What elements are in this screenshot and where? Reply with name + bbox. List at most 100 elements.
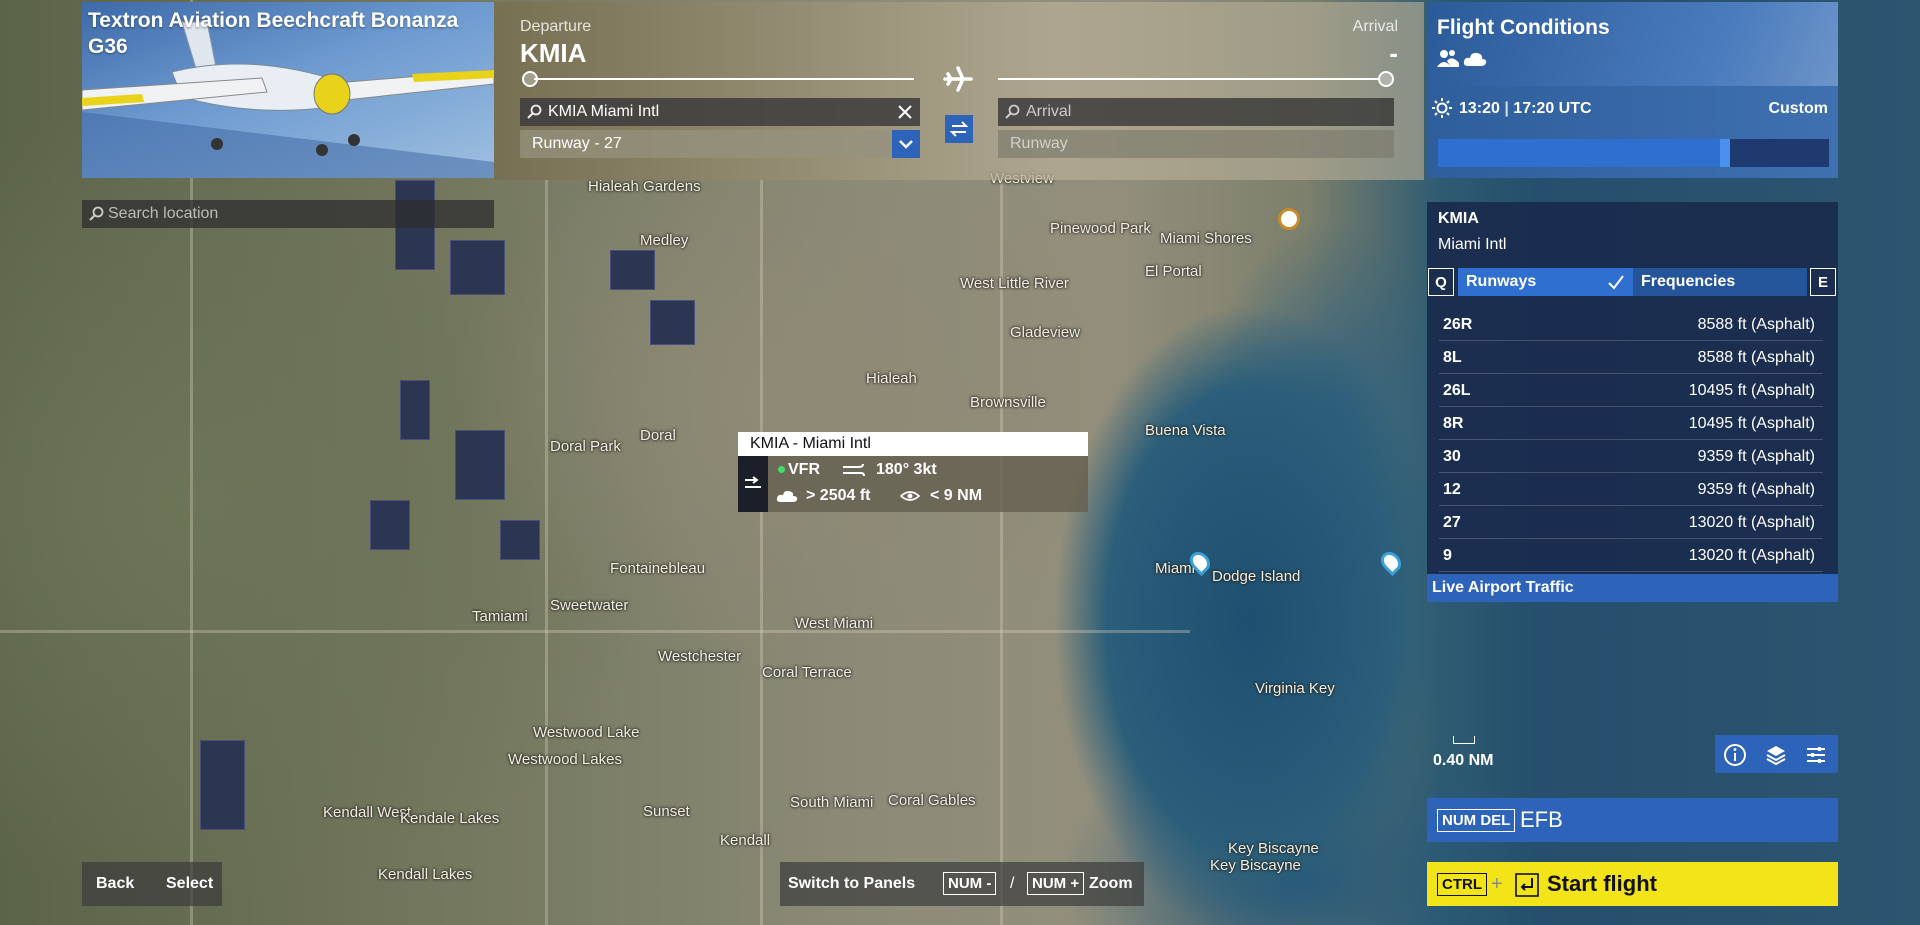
aircraft-card[interactable]: Textron Aviation Beechcraft Bonanza G36 [82,2,494,178]
cloud-icon [1463,52,1487,66]
runway-detail: 8588 ft (Asphalt) [1697,316,1815,333]
tab-frequencies[interactable]: Frequencies [1633,268,1807,296]
map-label: Coral Gables [888,792,976,809]
swap-icon [949,121,969,137]
departure-node-icon [522,71,538,87]
time-slider-handle[interactable] [1719,139,1730,167]
lake [370,500,410,550]
road [760,180,763,925]
conditions-mode: Custom [1768,100,1828,117]
runway-row[interactable]: 27 13020 ft (Asphalt) [1439,506,1823,539]
runway-name: 30 [1443,448,1461,465]
bottom-center-bar: Switch to Panels NUM - / NUM + Zoom [780,862,1144,906]
swap-airports-button[interactable] [945,115,973,143]
time-slider[interactable] [1438,139,1829,167]
map-label: Dodge Island [1212,568,1301,585]
local-time: 13:20 [1459,100,1500,117]
live-airport-traffic-button[interactable]: Live Airport Traffic [1427,574,1838,602]
runway-row[interactable]: 8L 8588 ft (Asphalt) [1439,341,1823,374]
lake [610,250,655,290]
map-label: Westwood Lake [533,724,640,741]
efb-button[interactable]: NUM DEL EFB [1427,798,1838,842]
tab-frequencies-label: Frequencies [1641,273,1736,290]
clear-icon[interactable] [898,105,912,119]
map-label: Tamiami [472,608,528,625]
select-button[interactable]: Select [166,875,213,893]
runway-row[interactable]: 26R 8588 ft (Asphalt) [1439,308,1823,341]
map-label: Kendale Lakes [400,810,500,827]
departure-search-input[interactable]: KMIA Miami Intl [520,98,920,126]
time-display: 13:20 | 17:20 UTC [1459,100,1592,117]
efb-key: NUM DEL [1437,809,1516,832]
search-location-input[interactable]: Search location [82,200,494,228]
map-label: Key Biscayne [1228,840,1319,857]
runway-name: 27 [1443,514,1461,531]
arrival-runway-select[interactable]: Runway [998,130,1394,158]
runway-detail: 13020 ft (Asphalt) [1688,547,1815,564]
map-label: Kendall [720,832,771,849]
start-flight-button[interactable]: CTRL + Start flight [1427,862,1838,906]
arrival-search-input[interactable]: Arrival [998,98,1394,126]
airport-info-panel: KMIA Miami Intl Q Runways Frequencies E … [1427,202,1838,602]
layers-icon[interactable] [1764,743,1788,767]
runway-name: 26L [1443,382,1471,399]
arrival-node-icon [1378,71,1394,87]
tooltip-title: KMIA - Miami Intl [738,432,1088,456]
runway-detail: 10495 ft (Asphalt) [1688,415,1815,432]
runway-row[interactable]: 30 9359 ft (Asphalt) [1439,440,1823,473]
departure-label: Departure [520,18,592,35]
runway-detail: 9359 ft (Asphalt) [1697,481,1815,498]
wind-value: 180° 3kt [876,461,937,478]
map-label: Kendall Lakes [378,866,473,883]
zoom-in-key[interactable]: NUM + [1027,872,1085,895]
vfr-status-dot [778,466,785,473]
back-button[interactable]: Back [96,875,134,893]
lake [455,430,505,500]
tab-runways[interactable]: Runways [1458,268,1633,296]
scale-bar [1453,736,1475,744]
map-label: South Miami [790,794,874,811]
runway-row[interactable]: 12 9359 ft (Asphalt) [1439,473,1823,506]
prev-tab-key[interactable]: Q [1428,268,1454,296]
plus-sign: + [1491,873,1503,895]
chevron-down-icon[interactable] [892,130,920,158]
search-icon [89,206,104,221]
route-line-right [998,78,1378,80]
list-filter-icon[interactable] [1804,743,1828,767]
map-location-pin[interactable] [1376,547,1406,577]
poi-marker-icon[interactable] [1278,208,1300,230]
time-slider-fill [1438,139,1720,167]
airport-tooltip[interactable]: KMIA - Miami Intl VFR 180° 3kt > 2504 ft… [738,432,1088,512]
flight-conditions-header[interactable]: Flight Conditions [1427,2,1838,86]
map-label: West Little River [960,275,1069,292]
map-label: Hialeah Gardens [588,178,701,195]
departure-runway-select[interactable]: Runway - 27 [520,130,920,158]
map-label: Kendall West [323,804,412,821]
airplane-icon [943,66,973,92]
enter-key-icon [1515,873,1539,897]
aircraft-title: Textron Aviation Beechcraft Bonanza G36 [88,9,459,58]
runway-row[interactable]: 8R 10495 ft (Asphalt) [1439,407,1823,440]
zoom-separator: / [1010,875,1015,892]
runway-row[interactable]: 9 13020 ft (Asphalt) [1439,539,1823,572]
lake [450,240,505,295]
switch-to-panels-button[interactable]: Switch to Panels [788,875,915,893]
runway-row[interactable]: 26L 10495 ft (Asphalt) [1439,374,1823,407]
info-icon[interactable] [1723,743,1747,767]
cloud-icon [776,490,798,502]
map-label: Hialeah [866,370,917,387]
check-icon [1608,275,1624,290]
tab-runways-label: Runways [1466,273,1537,290]
map-label: Sunset [643,803,690,820]
arrival-runway-value: Runway [1010,135,1068,152]
runway-name: 26R [1443,316,1473,333]
lake [400,380,430,440]
flight-conditions-panel[interactable]: Flight Conditions 13:20 | 17:20 UTC Cust… [1427,2,1838,178]
map-label: Westchester [658,648,742,665]
route-panel: Departure KMIA Arrival - KMIA Miami Intl… [494,2,1424,180]
search-icon [1005,104,1020,119]
multiplayer-icon [1437,50,1459,67]
zoom-out-key[interactable]: NUM - [943,872,997,895]
departure-runway-value: Runway - 27 [532,135,622,152]
next-tab-key[interactable]: E [1810,268,1836,296]
